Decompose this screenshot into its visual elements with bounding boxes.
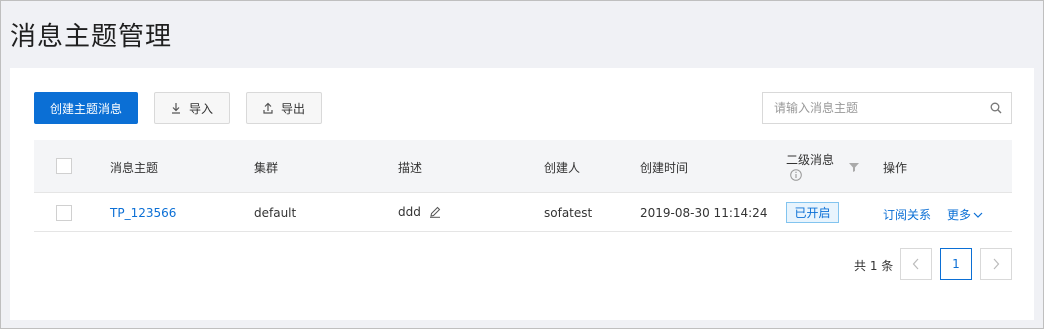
column-header-created-at: 创建时间 bbox=[640, 161, 689, 175]
created-at-cell: 2019-08-30 11:14:24 bbox=[640, 206, 768, 220]
download-icon bbox=[171, 102, 181, 114]
description-cell: ddd bbox=[398, 205, 421, 219]
upload-icon bbox=[263, 102, 273, 114]
table-header: 消息主题 集群 描述 创建人 创建时间 二级消息 操作 bbox=[34, 140, 1012, 192]
row-checkbox[interactable] bbox=[56, 205, 72, 221]
column-header-cluster: 集群 bbox=[254, 161, 279, 175]
search-box bbox=[762, 92, 1012, 124]
table-row: TP_123566 default ddd sofatest 2019-08-3… bbox=[34, 192, 1012, 232]
column-header-secondary-message: 二级消息 bbox=[786, 153, 835, 167]
chevron-right-icon bbox=[993, 258, 1000, 270]
import-label: 导入 bbox=[188, 101, 213, 116]
more-dropdown[interactable]: 更多 bbox=[947, 206, 983, 223]
export-label: 导出 bbox=[280, 101, 305, 116]
cluster-cell: default bbox=[254, 206, 297, 220]
export-button[interactable]: 导出 bbox=[246, 92, 322, 124]
search-input[interactable] bbox=[763, 93, 981, 123]
edit-icon[interactable] bbox=[429, 206, 441, 218]
select-all-checkbox[interactable] bbox=[56, 158, 72, 174]
import-button[interactable]: 导入 bbox=[154, 92, 230, 124]
create-topic-label: 创建主题消息 bbox=[49, 101, 122, 116]
subscription-link[interactable]: 订阅关系 bbox=[883, 206, 931, 223]
content-card: 创建主题消息 导入 导出 消息主题 集群 描述 创建人 创建时间 二级消息 bbox=[10, 68, 1034, 320]
filter-icon[interactable] bbox=[848, 161, 860, 173]
chevron-left-icon bbox=[912, 258, 919, 270]
status-badge: 已开启 bbox=[786, 202, 839, 223]
more-label: 更多 bbox=[947, 208, 972, 222]
column-header-description: 描述 bbox=[398, 161, 423, 175]
info-icon[interactable] bbox=[790, 169, 802, 181]
next-page-button[interactable] bbox=[980, 248, 1012, 280]
page-title: 消息主题管理 bbox=[10, 22, 173, 52]
column-header-topic: 消息主题 bbox=[110, 161, 159, 175]
prev-page-button[interactable] bbox=[900, 248, 932, 280]
search-icon[interactable] bbox=[981, 93, 1011, 123]
creator-cell: sofatest bbox=[544, 206, 593, 220]
topic-link[interactable]: TP_123566 bbox=[110, 206, 176, 220]
pagination-total: 共 1 条 bbox=[854, 259, 894, 273]
page-button-current[interactable]: 1 bbox=[940, 248, 972, 280]
column-header-creator: 创建人 bbox=[544, 161, 581, 175]
chevron-down-icon bbox=[973, 212, 983, 218]
column-header-actions: 操作 bbox=[883, 161, 908, 175]
create-topic-button[interactable]: 创建主题消息 bbox=[34, 92, 138, 124]
